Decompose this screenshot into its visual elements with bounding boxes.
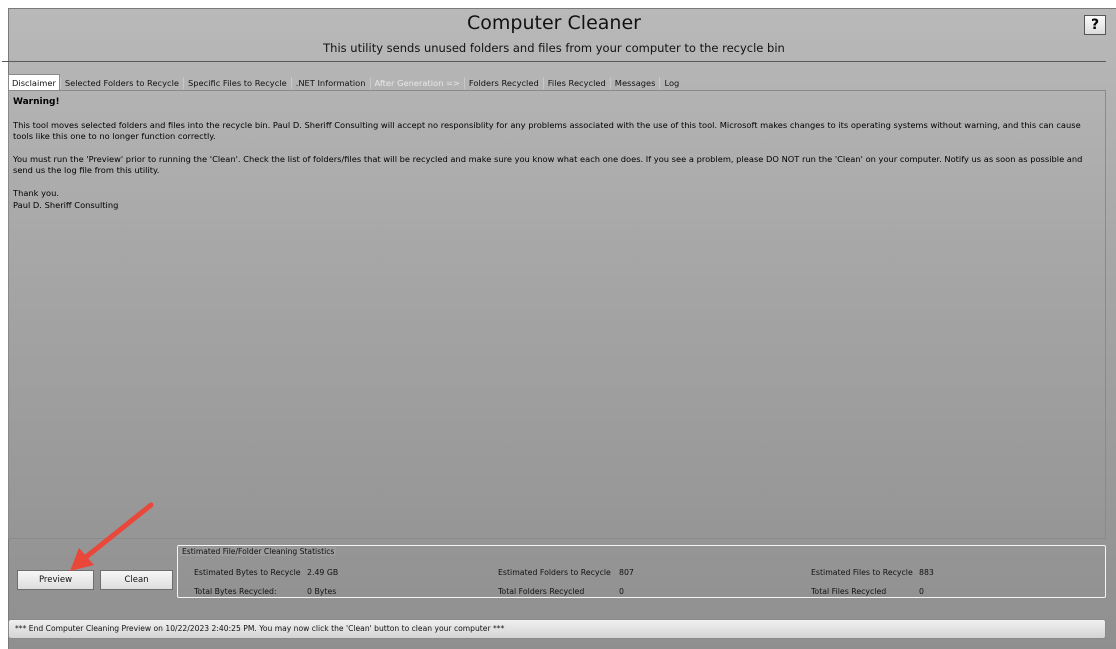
tab-specific-files[interactable]: Specific Files to Recycle: [184, 74, 291, 91]
est-bytes-value: 2.49 GB: [307, 568, 339, 577]
total-folders-label: Total Folders Recycled: [498, 587, 585, 596]
clean-button[interactable]: Clean: [100, 570, 173, 590]
header-divider: [2, 61, 1106, 62]
tab-log[interactable]: Log: [660, 74, 683, 91]
total-files-label: Total Files Recycled: [811, 587, 887, 596]
est-bytes-label: Estimated Bytes to Recycle: [194, 568, 301, 577]
app-subtitle: This utility sends unused folders and fi…: [323, 41, 785, 55]
est-folders-label: Estimated Folders to Recycle: [498, 568, 611, 577]
thanks-text: Thank you.: [13, 187, 59, 198]
tab-disclaimer[interactable]: Disclaimer: [8, 74, 60, 91]
tab-selected-folders[interactable]: Selected Folders to Recycle: [61, 74, 183, 91]
tab-folders-recycled[interactable]: Folders Recycled: [465, 74, 543, 91]
disclaimer-paragraph-1: This tool moves selected folders and fil…: [13, 119, 1081, 142]
disclaimer-panel: Warning! This tool moves selected folder…: [8, 90, 1106, 539]
status-bar: *** End Computer Cleaning Preview on 10/…: [8, 619, 1106, 639]
total-files-value: 0: [919, 587, 924, 596]
preview-button[interactable]: Preview: [17, 570, 94, 590]
total-bytes-value: 0 Bytes: [307, 587, 337, 596]
signature-text: Paul D. Sheriff Consulting: [13, 199, 119, 210]
app-title: Computer Cleaner: [467, 12, 641, 34]
tab-messages[interactable]: Messages: [611, 74, 660, 91]
help-button[interactable]: ?: [1084, 15, 1106, 35]
est-folders-value: 807: [619, 568, 634, 577]
tab-after-generation: After Generation =>: [374, 78, 460, 88]
est-files-value: 883: [919, 568, 934, 577]
tab-bar: Disclaimer Selected Folders to Recycle S…: [8, 74, 683, 91]
tab-files-recycled[interactable]: Files Recycled: [544, 74, 610, 91]
total-folders-value: 0: [619, 587, 624, 596]
total-bytes-label: Total Bytes Recycled:: [194, 587, 277, 596]
est-files-label: Estimated Files to Recycle: [811, 568, 913, 577]
statistics-legend: Estimated File/Folder Cleaning Statistic…: [180, 547, 337, 556]
warning-heading: Warning!: [13, 97, 60, 107]
tab-net-information[interactable]: .NET Information: [292, 74, 370, 91]
disclaimer-paragraph-2: You must run the 'Preview' prior to runn…: [13, 153, 1083, 176]
